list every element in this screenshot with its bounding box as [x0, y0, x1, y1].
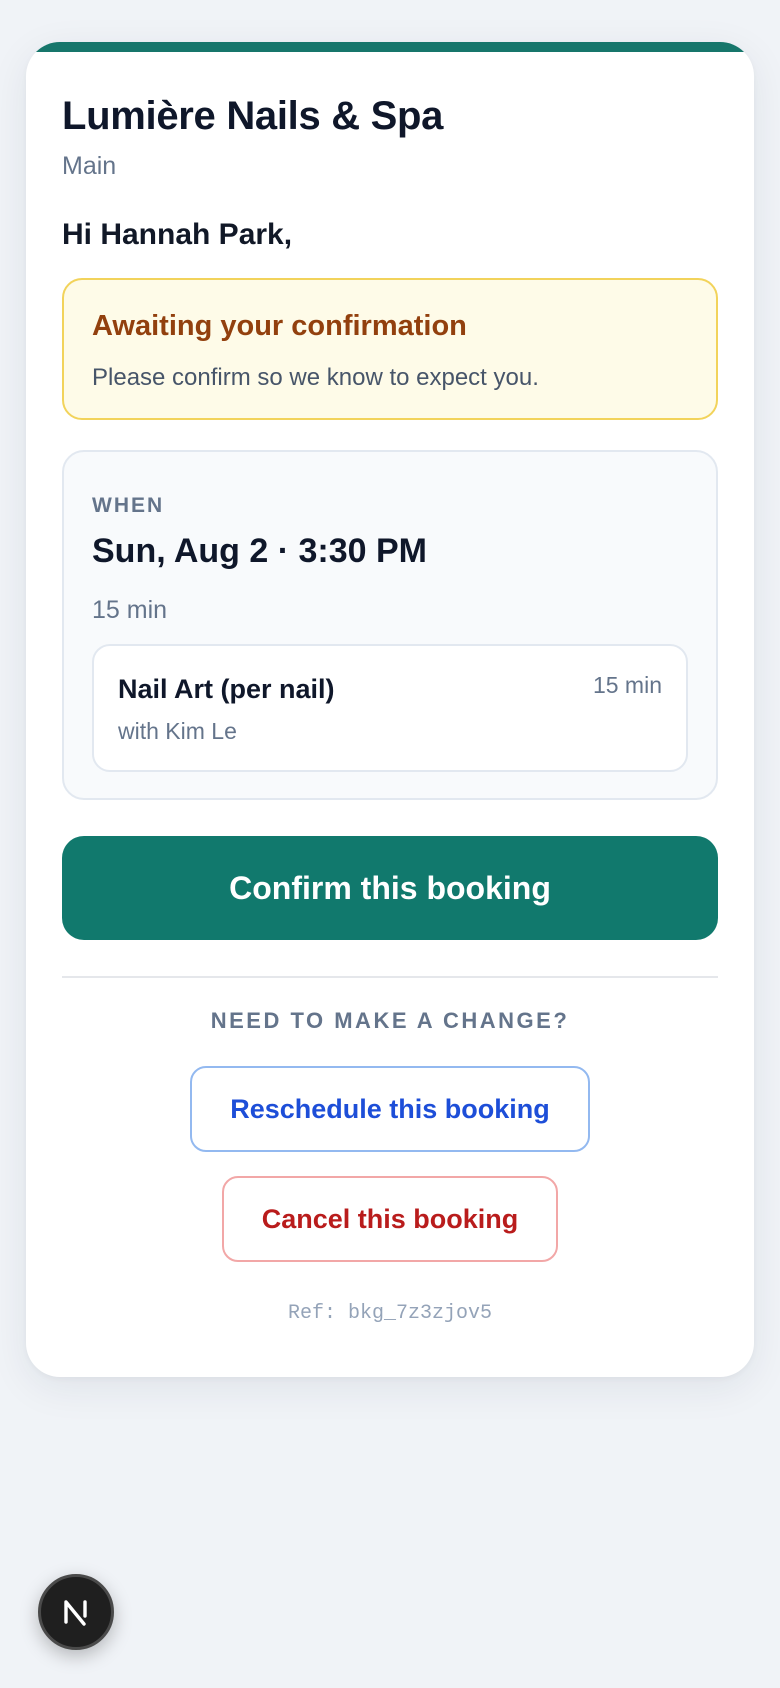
service-duration: 15 min: [592, 672, 662, 698]
divider: [62, 976, 718, 978]
status-alert-message: Please confirm so we know to expect you.: [92, 364, 539, 391]
greeting: Hi Hannah Park,: [62, 218, 293, 251]
when-label: WHEN: [92, 494, 165, 517]
business-location: Main: [62, 152, 117, 180]
booking-card: Lumière Nails & Spa Main Hi Hannah Park,…: [26, 42, 754, 1377]
service-staff: with Kim Le: [118, 718, 237, 744]
business-name: Lumière Nails & Spa: [62, 94, 444, 138]
nextjs-dev-badge[interactable]: [38, 1574, 114, 1650]
service-name: Nail Art (per nail): [118, 674, 335, 704]
confirm-booking-button[interactable]: Confirm this booking: [62, 836, 718, 940]
service-item: Nail Art (per nail) with Kim Le 15 min: [92, 644, 688, 772]
nextjs-logo-icon: [64, 1600, 87, 1626]
status-alert-title: Awaiting your confirmation: [92, 310, 467, 342]
booking-reference: Ref: bkg_7z3zjov5: [287, 1302, 493, 1325]
appointment-duration: 15 min: [92, 596, 168, 624]
change-heading: NEED TO MAKE A CHANGE?: [210, 1008, 570, 1033]
cancel-booking-button[interactable]: Cancel this booking: [222, 1176, 558, 1262]
status-alert: Awaiting your confirmation Please confir…: [62, 278, 718, 420]
appointment-datetime: Sun, Aug 2 · 3:30 PM: [92, 532, 428, 570]
reschedule-booking-button[interactable]: Reschedule this booking: [190, 1066, 590, 1152]
card-accent-bar: [26, 42, 754, 52]
appointment-details: WHEN Sun, Aug 2 · 3:30 PM 15 min Nail Ar…: [62, 450, 718, 800]
